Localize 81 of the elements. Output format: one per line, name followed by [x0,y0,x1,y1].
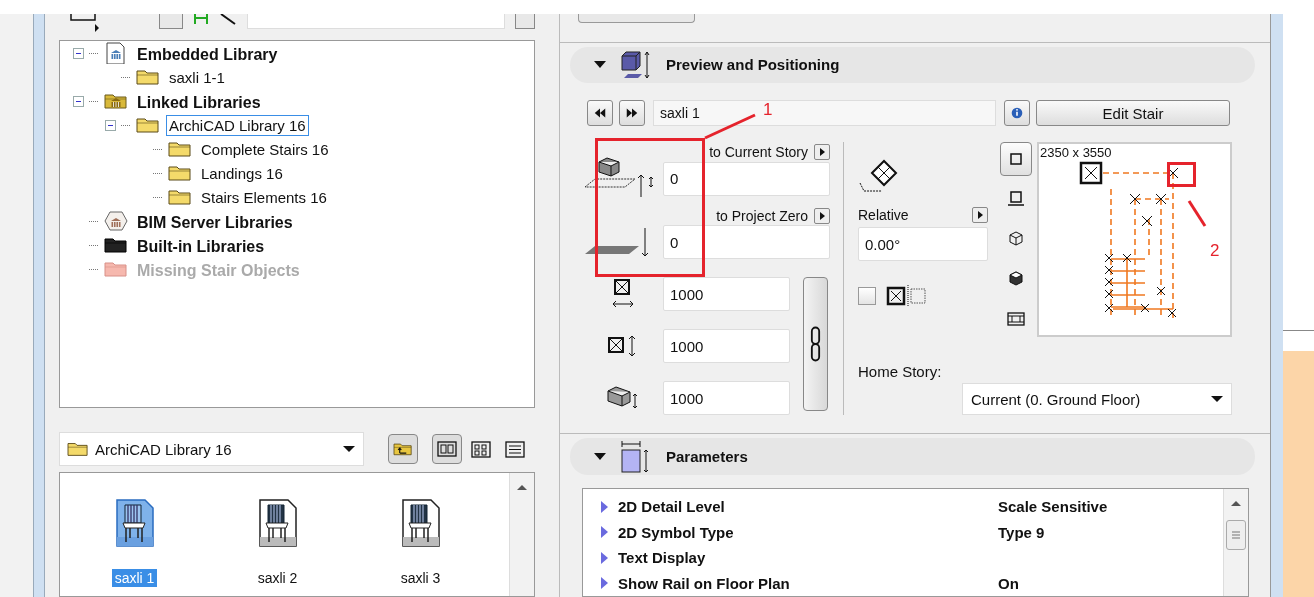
next-button[interactable] [619,100,645,127]
home-story-dropdown[interactable]: Current (0. Ground Floor) [962,383,1232,416]
parameter-value[interactable]: Type 9 [998,523,1045,541]
large-icons-view-icon [436,439,458,459]
caret-icon [1211,396,1223,403]
object-label[interactable]: saxli 2 [254,569,301,587]
scroll-up-icon[interactable] [517,485,527,490]
section-header[interactable]: Parameters [570,438,1255,475]
depth-icon [608,335,638,358]
object-label[interactable]: saxli 3 [397,569,444,587]
field-label: to Current Story [709,144,808,161]
input-field[interactable]: 1000 [663,277,790,312]
chair-document-icon[interactable] [258,499,297,547]
parameter-name: Show Rail on Floor Plan [618,574,791,592]
grip-icon [1231,531,1241,539]
stair-icon[interactable] [193,14,209,26]
edit-stair-button[interactable]: Edit Stair [1036,100,1230,127]
scrollbar[interactable] [1223,489,1248,596]
expand-triangle-icon[interactable] [594,61,606,69]
leader-line [704,113,756,140]
input-field[interactable]: 0 [663,161,830,196]
parameter-value[interactable]: On [998,574,1019,592]
annotation-number: 1 [763,100,773,120]
parameter-name: Text Display [618,549,707,567]
stair-button[interactable] [159,14,183,29]
field-label: Home Story: [857,363,943,383]
annotation-number: 2 [1210,241,1220,261]
input-field[interactable]: 0 [663,225,830,260]
rewind-icon [594,107,606,120]
tree-item[interactable]: saxli 1-1 [166,66,228,88]
parameter-name: 2D Symbol Type [618,523,735,541]
collapse-toggle[interactable] [105,119,116,131]
preview-view-button[interactable] [1000,142,1032,177]
input-field[interactable]: 1000 [663,381,790,416]
input-field[interactable]: 0.00° [858,227,988,262]
mirror-icon [886,285,926,308]
mirror-checkbox[interactable] [858,287,876,306]
info-button[interactable] [1004,100,1030,127]
size-label: 2350 x 3550 [1040,145,1112,161]
input-field[interactable]: 1000 [663,329,790,364]
chair-document-icon[interactable] [401,499,440,547]
view-mode-button[interactable] [432,434,462,464]
caret-icon [343,446,355,452]
parameter-value[interactable]: Scale Sensitive [998,498,1108,516]
tree-item[interactable]: ArchiCAD Library 16 [166,114,309,136]
tree-item[interactable]: Landings 16 [198,162,286,184]
section-title: Parameters [666,448,748,466]
scroll-thumb[interactable] [1226,520,1246,550]
highlight-box [1167,162,1196,187]
fast-forward-icon [626,107,638,120]
film-strip-icon [1007,310,1025,329]
scroll-up-icon[interactable] [1231,501,1241,506]
section-header[interactable]: Preview and Positioning [570,46,1255,83]
scrollbar[interactable] [509,473,534,596]
width-icon [612,279,634,310]
field-label: to Project Zero [716,207,808,224]
parent-folder-button[interactable] [388,434,418,464]
arrow-button[interactable] [814,144,830,161]
box-elevation-icon [620,49,652,80]
previous-button[interactable] [587,100,613,127]
list-view-icon [504,439,526,459]
tree-item[interactable]: Stairs Elements 16 [198,186,330,208]
chair-document-icon[interactable] [115,499,154,547]
folder-dropdown[interactable]: ArchiCAD Library 16 [59,432,364,466]
collapse-toggle[interactable] [73,95,84,107]
leader-line [1187,200,1207,227]
parameter-name: 2D Detail Level [618,498,726,516]
small-icons-view-icon [470,439,492,459]
height-icon [606,386,640,411]
section-title: Preview and Positioning [666,56,840,74]
link-button[interactable] [803,277,828,412]
arrow-button[interactable] [814,207,830,224]
section-icon [1007,190,1025,209]
collapse-toggle[interactable] [73,47,84,59]
expand-triangle-icon[interactable] [594,453,606,461]
tree-item[interactable]: Complete Stairs 16 [198,138,332,160]
folder-up-icon [392,440,414,458]
arrow-button[interactable] [972,207,988,224]
server-building-icon [103,210,129,232]
field-label: Relative [858,207,909,224]
search-field[interactable] [247,14,505,29]
